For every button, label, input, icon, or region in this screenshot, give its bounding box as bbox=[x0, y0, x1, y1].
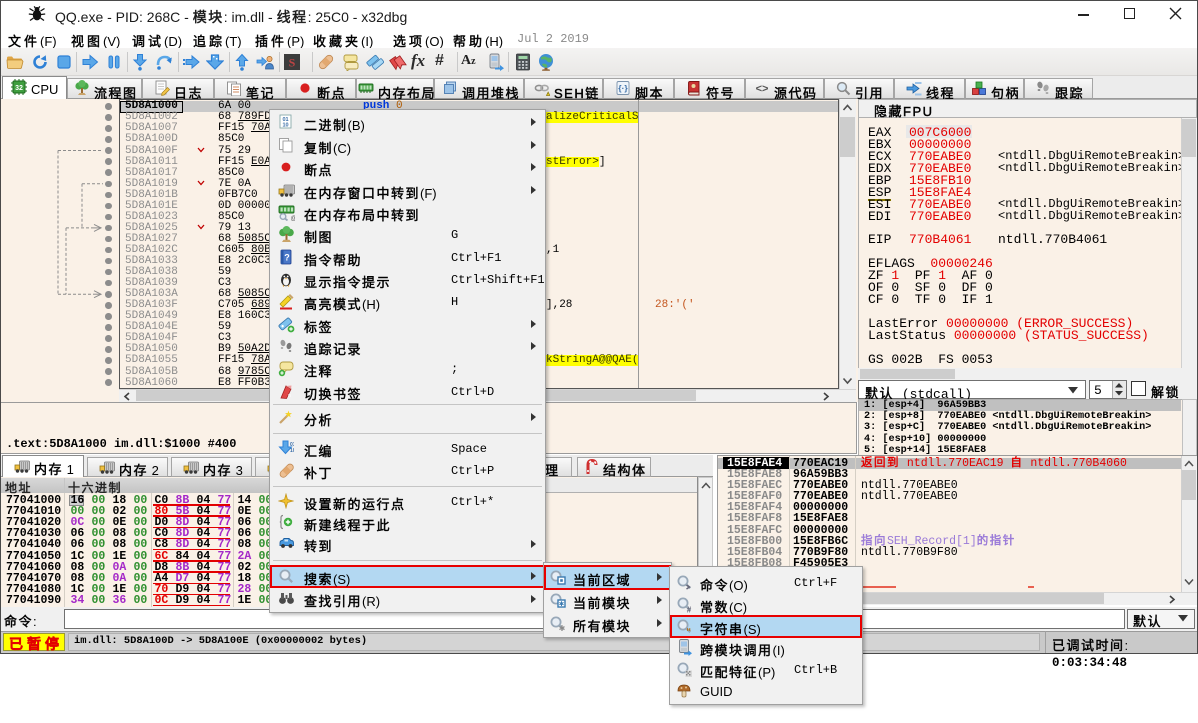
svg-text:{·}: {·} bbox=[618, 83, 628, 93]
svg-text:n: n bbox=[288, 393, 291, 399]
svg-text:@: @ bbox=[291, 216, 296, 221]
svg-text:“: “ bbox=[686, 627, 691, 635]
svg-text:✱: ✱ bbox=[559, 624, 566, 632]
svg-text:S: S bbox=[289, 56, 296, 70]
svg-text:10: 10 bbox=[282, 122, 288, 128]
svg-text:<>: <> bbox=[756, 83, 769, 95]
svg-text:✱: ✱ bbox=[559, 600, 565, 608]
svg-text:?: ? bbox=[284, 252, 290, 262]
svg-text:10: 10 bbox=[290, 448, 294, 454]
svg-text:#: # bbox=[687, 605, 692, 613]
